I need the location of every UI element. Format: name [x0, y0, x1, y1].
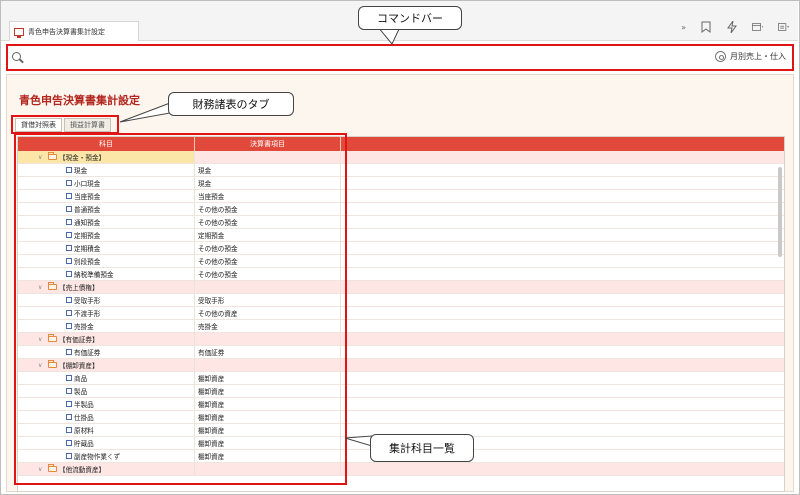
- tabs-highlight: [11, 115, 119, 134]
- callout-command-bar: コマンドバー: [358, 6, 462, 30]
- page-title: 青色申告決算書集計設定: [19, 94, 140, 107]
- bookmark-icon[interactable]: [700, 21, 712, 33]
- vertical-scrollbar[interactable]: [778, 167, 782, 257]
- monthly-sales-purchase-label: 月別売上・仕入: [730, 52, 786, 61]
- monitor-icon: [14, 27, 24, 38]
- document-tab[interactable]: 青色申告決算書集計設定: [9, 21, 139, 41]
- overflow-icon[interactable]: »: [681, 23, 686, 32]
- gear-icon: [715, 51, 726, 62]
- search-icon[interactable]: [12, 52, 24, 64]
- list-highlight: [14, 133, 347, 485]
- document-tab-label: 青色申告決算書集計設定: [28, 27, 105, 36]
- callout-list: 集計科目一覧: [370, 434, 474, 462]
- monthly-sales-purchase-button[interactable]: 月別売上・仕入: [715, 51, 786, 62]
- command-bar: 月別売上・仕入: [6, 44, 794, 71]
- callout-tabs: 財務諸表のタブ: [168, 92, 294, 116]
- lightning-icon[interactable]: [726, 21, 738, 33]
- window-layout-icon[interactable]: [752, 21, 764, 33]
- export-icon[interactable]: [778, 21, 790, 33]
- toolbar-icons: »: [681, 21, 790, 33]
